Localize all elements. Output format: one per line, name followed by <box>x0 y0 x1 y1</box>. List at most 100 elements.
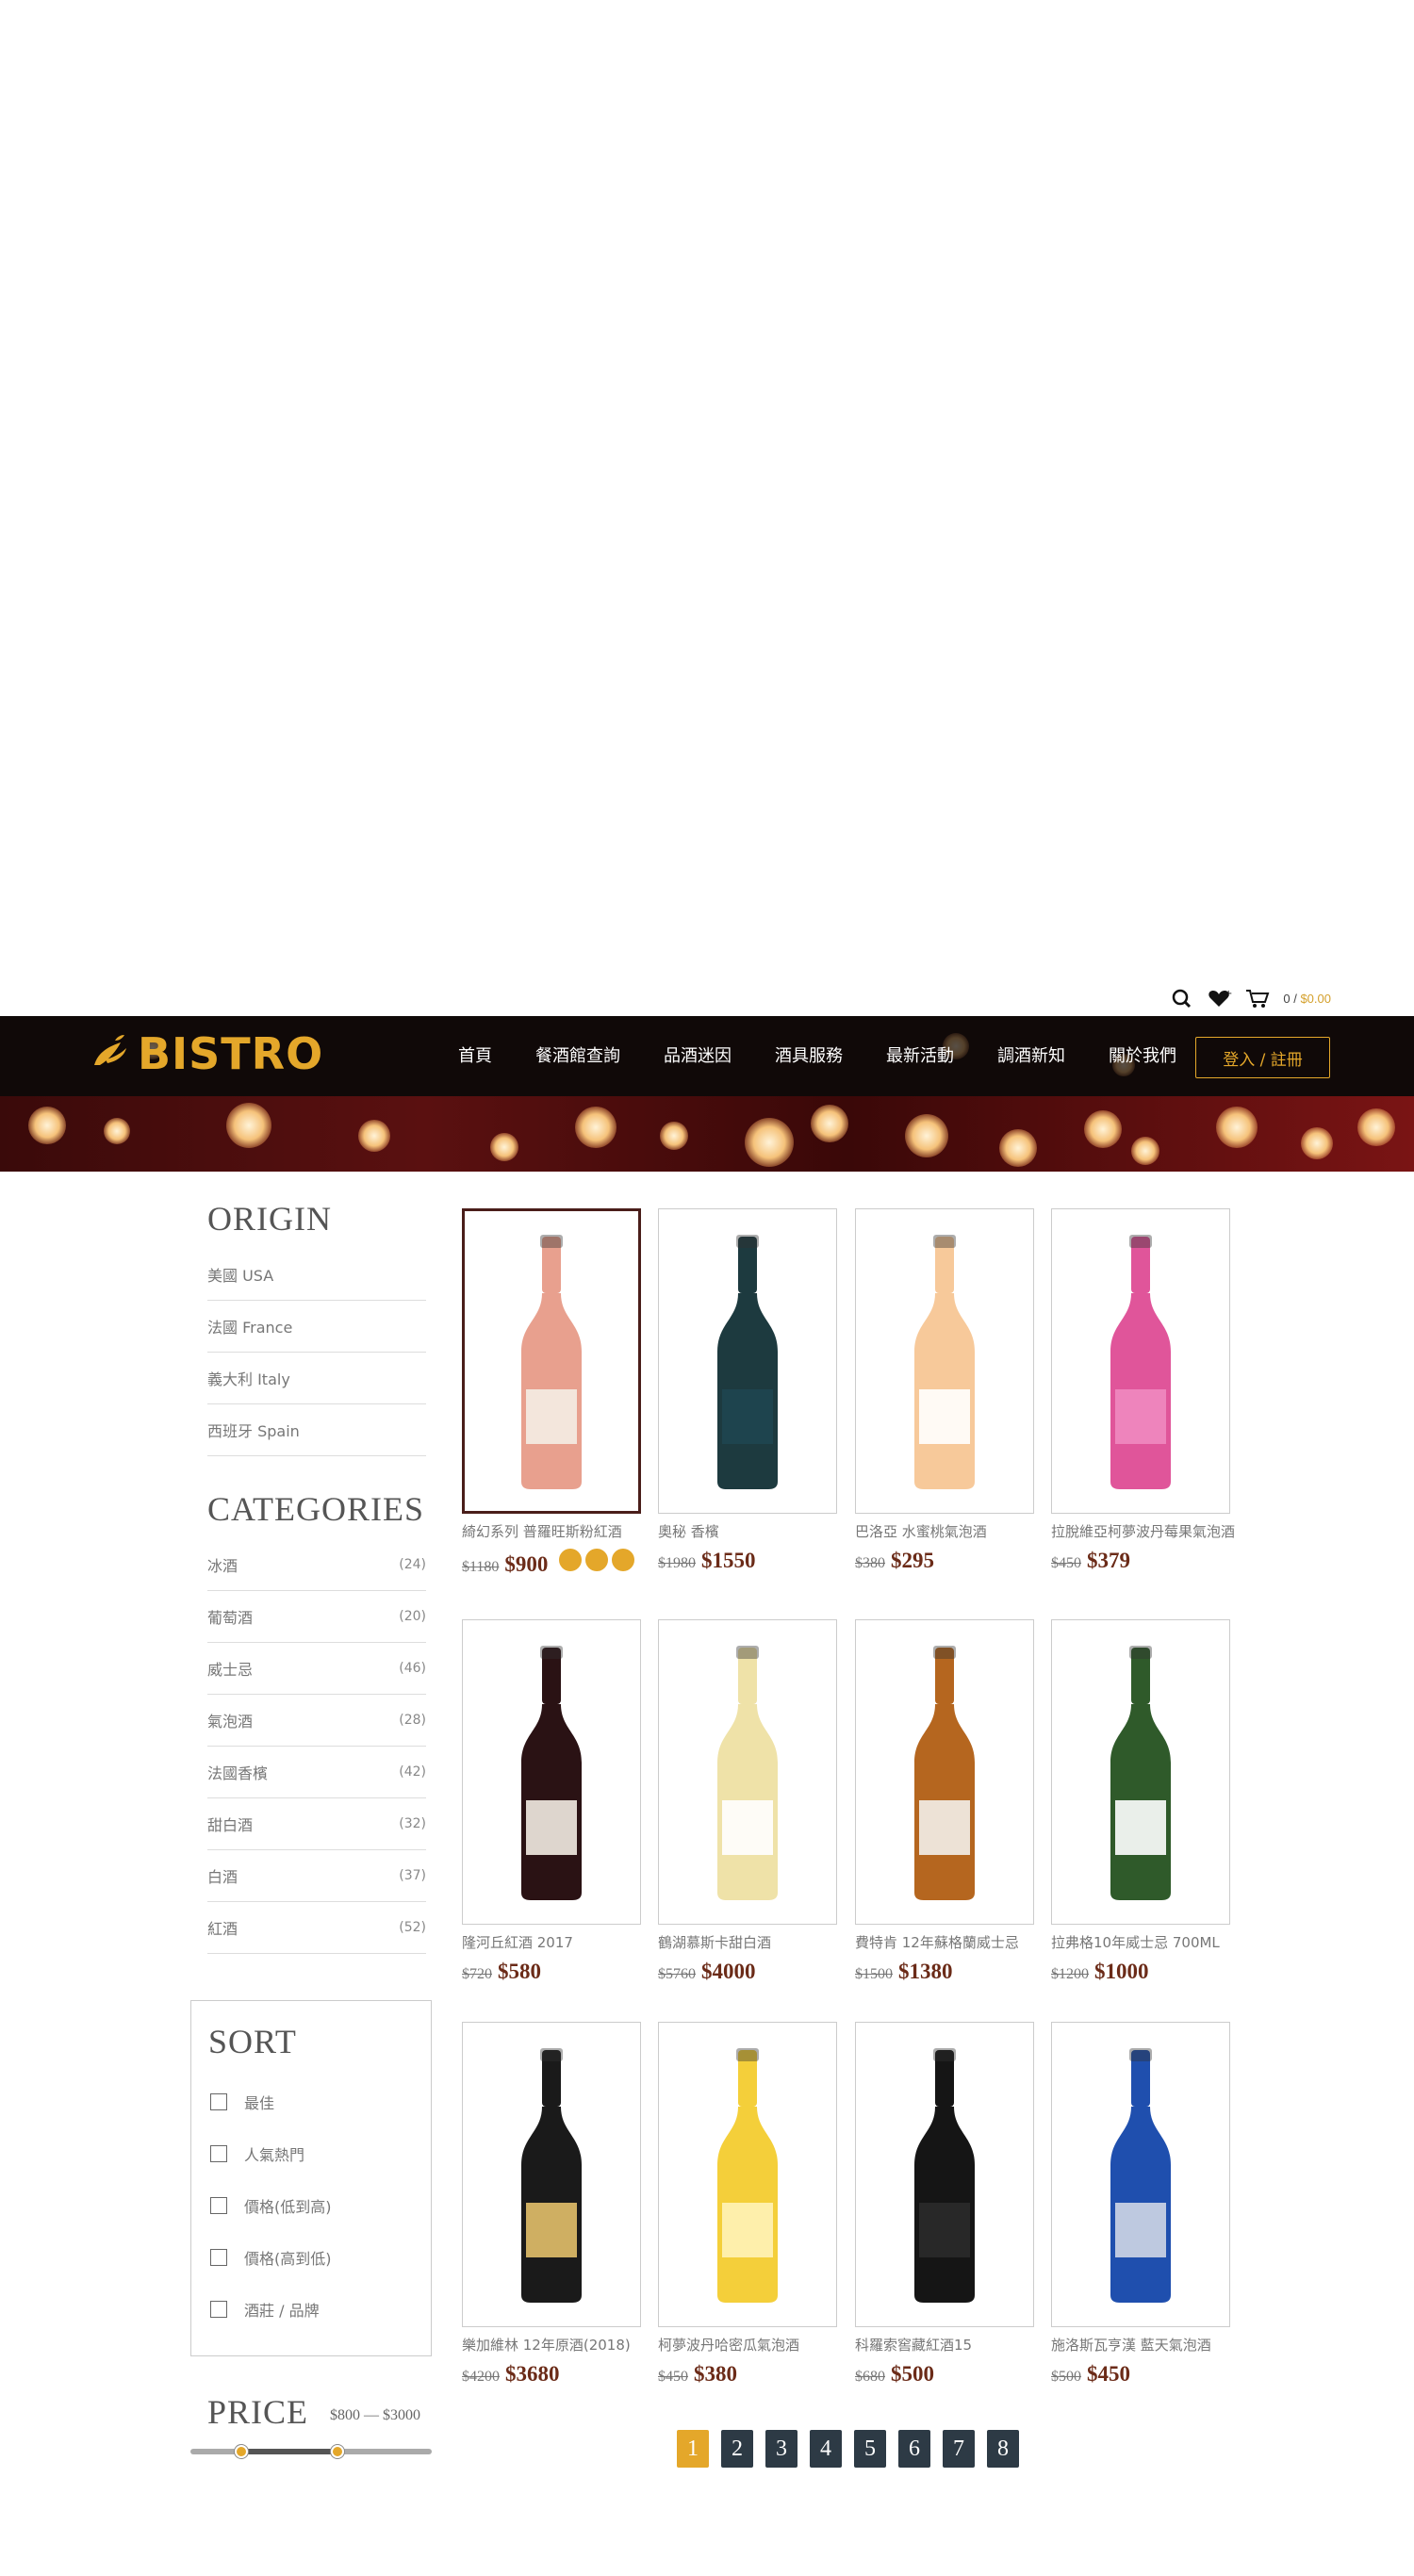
product-card[interactable]: 鶴湖慕斯卡甜白酒 $5760 $4000 <box>658 1619 837 1984</box>
product-prices: $4200 $3680 <box>462 2362 641 2387</box>
origin-item-spain[interactable]: 西班牙 Spain <box>207 1404 426 1456</box>
product-image[interactable] <box>1051 1208 1230 1514</box>
product-card[interactable]: 施洛斯瓦亨漢 藍天氣泡酒 $500 $450 <box>1051 2022 1230 2387</box>
product-image[interactable] <box>855 2022 1034 2327</box>
checkbox[interactable] <box>210 2301 227 2318</box>
category-item[interactable]: 葡萄酒 (20) <box>207 1591 426 1643</box>
product-card[interactable]: 拉弗格10年威士忌 700ML $1200 $1000 <box>1051 1619 1230 1984</box>
product-name[interactable]: 樂加維林 12年原酒(2018) <box>462 2335 641 2354</box>
checkbox[interactable] <box>210 2197 227 2214</box>
product-prices: $5760 $4000 <box>658 1960 837 1984</box>
origin-item-italy[interactable]: 義大利 Italy <box>207 1353 426 1404</box>
sort-option-popular[interactable]: 人氣熱門 <box>210 2142 304 2165</box>
product-name[interactable]: 巴洛亞 水蜜桃氣泡酒 <box>855 1521 1034 1541</box>
product-name[interactable]: 科羅索窖藏紅酒15 <box>855 2335 1034 2354</box>
product-card[interactable]: 奧秘 香檳 $1980 $1550 <box>658 1208 837 1573</box>
nav-events[interactable]: 最新活動 <box>864 1042 976 1067</box>
category-item[interactable]: 威士忌 (46) <box>207 1643 426 1695</box>
sort-option-price-asc[interactable]: 價格(低到高) <box>210 2194 332 2217</box>
product-image[interactable] <box>1051 2022 1230 2327</box>
original-price: $500 <box>1051 2369 1081 2385</box>
nav-about[interactable]: 關於我們 <box>1087 1042 1198 1067</box>
product-name[interactable]: 拉弗格10年威士忌 700ML <box>1051 1932 1230 1952</box>
nav-home[interactable]: 首頁 <box>436 1042 514 1067</box>
origin-item-usa[interactable]: 美國 USA <box>207 1249 426 1301</box>
sale-price: $900 <box>504 1552 549 1576</box>
cart-summary[interactable]: 0 / $0.00 <box>1283 992 1331 1006</box>
page-5-button[interactable]: 5 <box>854 2430 886 2468</box>
wine-bottle-icon <box>914 1646 975 1900</box>
category-count: (32) <box>399 1816 426 1831</box>
page-4-button[interactable]: 4 <box>810 2430 842 2468</box>
page-2-button[interactable]: 2 <box>721 2430 753 2468</box>
product-card[interactable]: 科羅索窖藏紅酒15 $680 $500 <box>855 2022 1034 2387</box>
price-max-handle[interactable] <box>331 2445 345 2458</box>
product-prices: $1200 $1000 <box>1051 1960 1230 1984</box>
original-price: $1980 <box>658 1555 696 1571</box>
sort-heading: SORT <box>208 2023 297 2060</box>
nav-barware[interactable]: 酒具服務 <box>753 1042 864 1067</box>
search-icon[interactable] <box>1170 988 1194 1009</box>
product-image[interactable] <box>462 1208 641 1514</box>
product-image[interactable] <box>462 2022 641 2327</box>
category-item[interactable]: 法國香檳 (42) <box>207 1747 426 1798</box>
category-item[interactable]: 甜白酒 (32) <box>207 1798 426 1850</box>
wine-bottle-icon <box>1110 2048 1171 2303</box>
product-name[interactable]: 隆河丘紅酒 2017 <box>462 1932 641 1952</box>
checkbox[interactable] <box>210 2249 227 2266</box>
product-image[interactable] <box>1051 1619 1230 1925</box>
product-name[interactable]: 鶴湖慕斯卡甜白酒 <box>658 1932 837 1952</box>
product-image[interactable] <box>658 2022 837 2327</box>
sort-option-label: 價格(高到低) <box>244 2250 332 2268</box>
product-image[interactable] <box>658 1619 837 1925</box>
nav-bistro-search[interactable]: 餐酒館查詢 <box>514 1042 642 1067</box>
product-card[interactable]: 拉脫維亞柯夢波丹莓果氣泡酒 $450 $379 <box>1051 1208 1235 1573</box>
product-name[interactable]: 奧秘 香檳 <box>658 1521 837 1541</box>
page-8-button[interactable]: 8 <box>987 2430 1019 2468</box>
nav-wine-meme[interactable]: 品酒迷因 <box>642 1042 753 1067</box>
product-image[interactable] <box>855 1619 1034 1925</box>
product-card[interactable]: 柯夢波丹哈密瓜氣泡酒 $450 $380 <box>658 2022 837 2387</box>
product-name[interactable]: 施洛斯瓦亨漢 藍天氣泡酒 <box>1051 2335 1230 2354</box>
product-name[interactable]: 拉脫維亞柯夢波丹莓果氣泡酒 <box>1051 1521 1235 1541</box>
product-card[interactable]: 綺幻系列 普羅旺斯粉紅酒 $1180 $900 <box>462 1208 641 1577</box>
sort-option-best[interactable]: 最佳 <box>210 2091 274 2113</box>
sort-option-price-desc[interactable]: 價格(高到低) <box>210 2246 332 2269</box>
price-min-handle[interactable] <box>234 2445 248 2458</box>
add-to-cart-icon[interactable] <box>612 1549 635 1571</box>
origin-list: 美國 USA 法國 France 義大利 Italy 西班牙 Spain <box>207 1249 426 1456</box>
product-image[interactable] <box>658 1208 837 1514</box>
hero-header: BISTRO 首頁 餐酒館查詢 品酒迷因 酒具服務 最新活動 調酒新知 關於我們… <box>0 1016 1414 1172</box>
sort-option-brand[interactable]: 酒莊 / 品牌 <box>210 2298 320 2321</box>
product-card[interactable]: 費特肯 12年蘇格蘭威士忌 $1500 $1380 <box>855 1619 1034 1984</box>
brand-logo[interactable]: BISTRO <box>89 1027 323 1080</box>
cart-icon[interactable] <box>1245 988 1270 1009</box>
product-image[interactable] <box>855 1208 1034 1514</box>
product-card[interactable]: 樂加維林 12年原酒(2018) $4200 $3680 <box>462 2022 641 2387</box>
origin-item-france[interactable]: 法國 France <box>207 1301 426 1353</box>
category-item[interactable]: 氣泡酒 (28) <box>207 1695 426 1747</box>
checkbox[interactable] <box>210 2093 227 2110</box>
nav-cocktail-news[interactable]: 調酒新知 <box>976 1042 1087 1067</box>
original-price: $680 <box>855 2369 885 2385</box>
product-name[interactable]: 綺幻系列 普羅旺斯粉紅酒 <box>462 1521 641 1541</box>
price-slider[interactable] <box>190 2445 432 2458</box>
category-item[interactable]: 紅酒 (52) <box>207 1902 426 1954</box>
wishlist-heart-icon[interactable]: + <box>1208 988 1233 1009</box>
compare-icon[interactable] <box>559 1549 583 1571</box>
product-card[interactable]: 隆河丘紅酒 2017 $720 $580 <box>462 1619 641 1984</box>
page-7-button[interactable]: 7 <box>943 2430 975 2468</box>
product-name[interactable]: 費特肯 12年蘇格蘭威士忌 <box>855 1932 1034 1952</box>
product-image[interactable] <box>462 1619 641 1925</box>
page-3-button[interactable]: 3 <box>765 2430 797 2468</box>
login-register-button[interactable]: 登入 / 註冊 <box>1195 1037 1330 1078</box>
product-card[interactable]: 巴洛亞 水蜜桃氣泡酒 $380 $295 <box>855 1208 1034 1573</box>
category-label: 冰酒 <box>207 1557 238 1575</box>
category-item[interactable]: 白酒 (37) <box>207 1850 426 1902</box>
wishlist-icon[interactable] <box>585 1549 609 1571</box>
product-name[interactable]: 柯夢波丹哈密瓜氣泡酒 <box>658 2335 837 2354</box>
page-1-button[interactable]: 1 <box>677 2430 709 2468</box>
category-item[interactable]: 冰酒 (24) <box>207 1539 426 1591</box>
page-6-button[interactable]: 6 <box>898 2430 930 2468</box>
checkbox[interactable] <box>210 2145 227 2162</box>
